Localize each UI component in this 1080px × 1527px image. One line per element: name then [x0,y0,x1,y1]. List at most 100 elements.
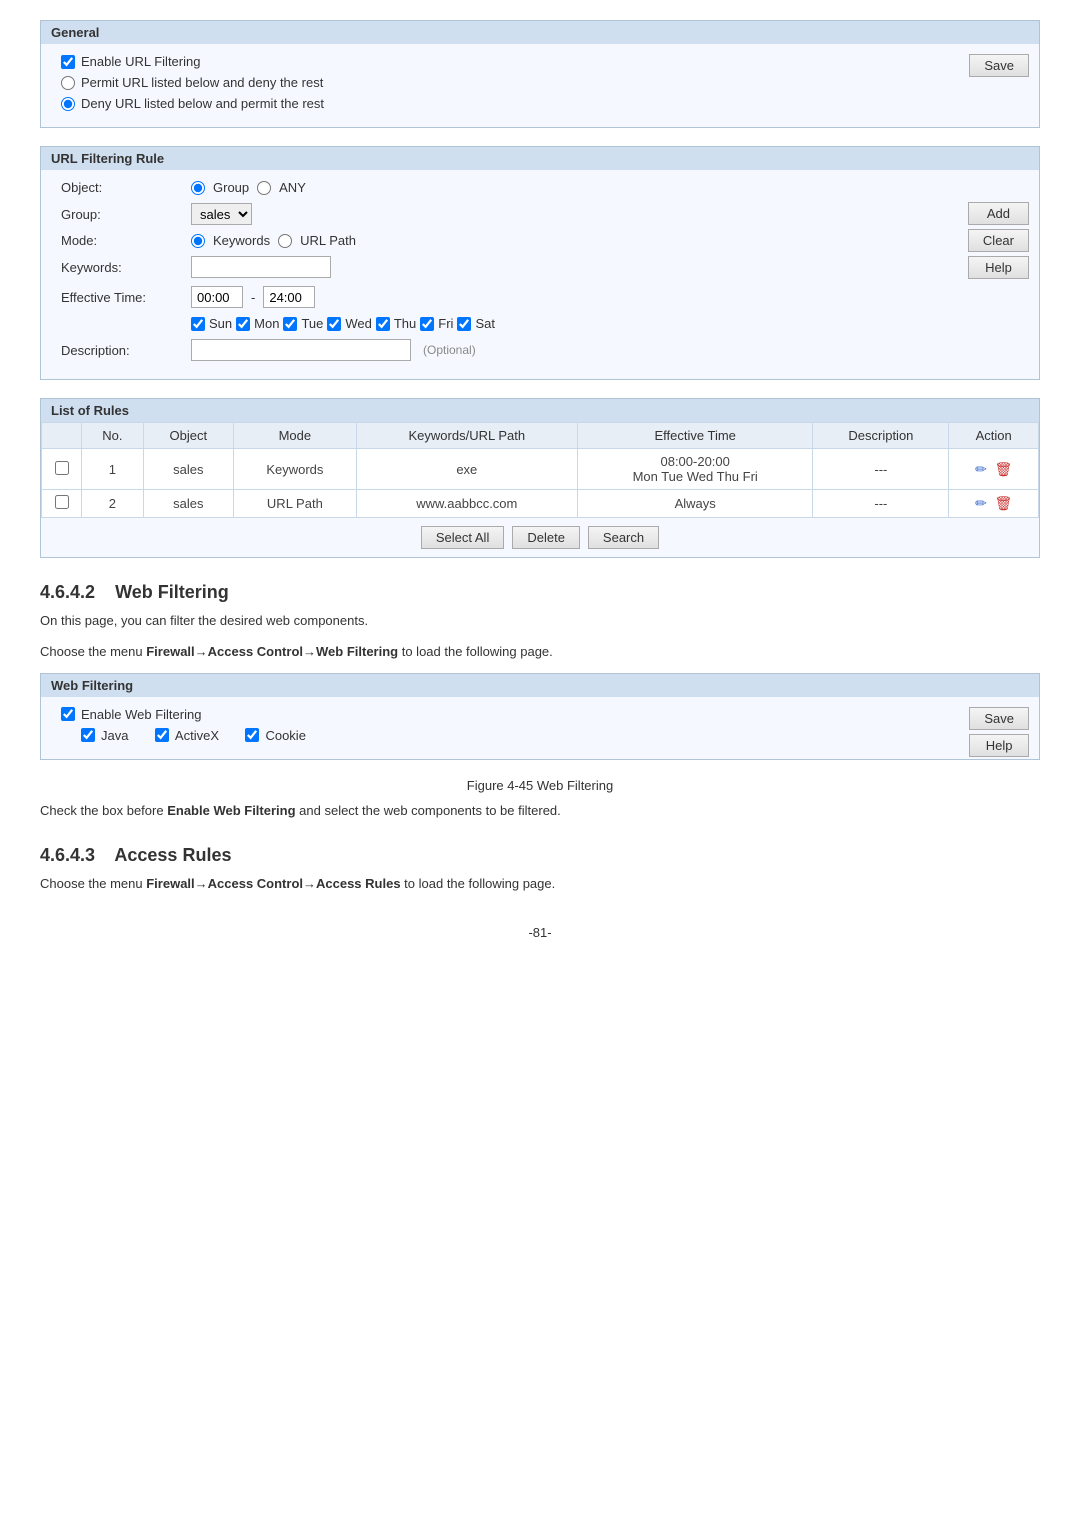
time-end-input[interactable] [263,286,315,308]
list-of-rules-header: List of Rules [41,399,1039,422]
mode-urlpath-label: URL Path [300,233,356,248]
enable-web-filtering-row: Enable Web Filtering [61,707,1019,722]
section-463-title: 4.6.4.3 Access Rules [40,845,1040,866]
sat-checkbox[interactable] [457,317,471,331]
group-select[interactable]: sales [191,203,252,225]
activex-checkbox[interactable] [155,728,169,742]
row1-delete-icon[interactable]: 🗑 [994,461,1012,477]
row2-delete-icon[interactable]: 🗑 [994,495,1012,511]
deny-radio[interactable] [61,97,75,111]
col-mode: Mode [234,423,357,449]
delete-button[interactable]: Delete [512,526,580,549]
keywords-controls [191,256,1019,278]
mode-keywords-radio[interactable] [191,234,205,248]
web-filtering-panel: Web Filtering Enable Web Filtering Java … [40,673,1040,760]
permit-radio[interactable] [61,76,75,90]
enable-web-filtering-checkbox[interactable] [61,707,75,721]
time-start-input[interactable] [191,286,243,308]
general-save-btn-container: Save [969,54,1029,77]
col-description: Description [813,423,949,449]
col-effective-time: Effective Time [577,423,813,449]
description-controls: (Optional) [191,339,1019,361]
fri-checkbox[interactable] [420,317,434,331]
row2-time-line1: Always [586,496,805,511]
enable-url-filtering-checkbox[interactable] [61,55,75,69]
object-row: Object: Group ANY [61,180,1019,195]
row2-mode: URL Path [234,490,357,518]
figure-45-caption: Figure 4-45 Web Filtering [40,778,1040,793]
row2-checkbox[interactable] [55,495,69,509]
days-row: Sun Mon Tue Wed Thu Fri Sat [191,316,1019,331]
para3-prefix: Check the box before [40,803,167,818]
thu-label: Thu [394,316,416,331]
sun-checkbox[interactable] [191,317,205,331]
row1-description: --- [813,449,949,490]
url-filtering-rule-panel: URL Filtering Rule Object: Group ANY Gro… [40,146,1040,380]
section-463: 4.6.4.3 Access Rules Choose the menu Fir… [40,845,1040,895]
col-no: No. [82,423,144,449]
para2-path: Firewall→Access Control→Web Filtering [146,644,398,659]
section-462-para1: On this page, you can filter the desired… [40,611,1040,632]
object-group-label: Group [213,180,249,195]
table-actions: Select All Delete Search [41,518,1039,557]
section-462-para2: Choose the menu Firewall→Access Control→… [40,642,1040,663]
help-button[interactable]: Help [968,256,1029,279]
url-filtering-rule-header: URL Filtering Rule [41,147,1039,170]
deny-row: Deny URL listed below and permit the res… [61,96,1019,111]
row2-edit-icon[interactable]: ✏ [975,495,987,511]
time-separator: - [251,290,255,305]
tue-label: Tue [301,316,323,331]
row1-checkbox-cell [42,449,82,490]
search-button[interactable]: Search [588,526,659,549]
keywords-input[interactable] [191,256,331,278]
row2-description: --- [813,490,949,518]
description-row: Description: (Optional) [61,339,1019,361]
web-filtering-save-button[interactable]: Save [969,707,1029,730]
mode-controls: Keywords URL Path [191,233,1019,248]
row1-keywords: exe [356,449,577,490]
add-button[interactable]: Add [968,202,1029,225]
row1-checkbox[interactable] [55,461,69,475]
web-filtering-help-button[interactable]: Help [969,734,1029,757]
para2-suffix: to load the following page. [398,644,553,659]
mon-checkbox[interactable] [236,317,250,331]
col-checkbox [42,423,82,449]
row2-object: sales [143,490,233,518]
enable-web-filtering-label: Enable Web Filtering [81,707,201,722]
section-463-para-prefix: Choose the menu [40,876,146,891]
keywords-row: Keywords: [61,256,1019,278]
cookie-checkbox[interactable] [245,728,259,742]
row1-effective-time: 08:00-20:00 Mon Tue Wed Thu Fri [577,449,813,490]
col-keywords: Keywords/URL Path [356,423,577,449]
cookie-label: Cookie [265,728,305,743]
object-any-radio[interactable] [257,181,271,195]
section-463-heading: Access Rules [114,845,231,865]
object-any-label: ANY [279,180,306,195]
url-filtering-rule-body: Object: Group ANY Group: sales Mode: Key… [41,170,1039,379]
list-of-rules-body: No. Object Mode Keywords/URL Path Effect… [41,422,1039,557]
select-all-button[interactable]: Select All [421,526,504,549]
general-save-button[interactable]: Save [969,54,1029,77]
general-panel-header: General [41,21,1039,44]
description-input[interactable] [191,339,411,361]
row1-no: 1 [82,449,144,490]
row2-action: ✏ 🗑 [949,490,1039,518]
row1-time-line2: Mon Tue Wed Thu Fri [586,469,805,484]
page-number: -81- [40,925,1040,940]
object-group-radio[interactable] [191,181,205,195]
row2-effective-time: Always [577,490,813,518]
row1-mode: Keywords [234,449,357,490]
clear-button[interactable]: Clear [968,229,1029,252]
activex-label: ActiveX [175,728,219,743]
wed-checkbox[interactable] [327,317,341,331]
para3-suffix: and select the web components to be filt… [296,803,561,818]
table-row: 1 sales Keywords exe 08:00-20:00 Mon Tue… [42,449,1039,490]
object-label: Object: [61,180,191,195]
tue-checkbox[interactable] [283,317,297,331]
deny-label: Deny URL listed below and permit the res… [81,96,324,111]
mode-urlpath-radio[interactable] [278,234,292,248]
java-checkbox[interactable] [81,728,95,742]
description-label: Description: [61,343,191,358]
thu-checkbox[interactable] [376,317,390,331]
row1-edit-icon[interactable]: ✏ [975,461,987,477]
